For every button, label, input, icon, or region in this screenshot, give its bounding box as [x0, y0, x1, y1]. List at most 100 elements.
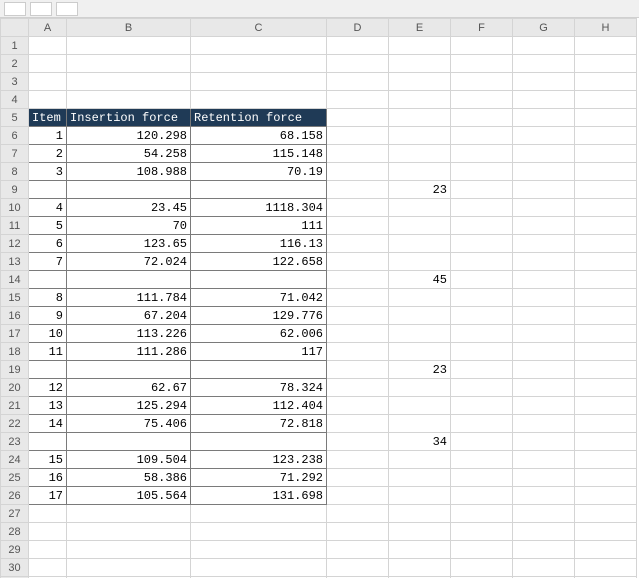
cell-B19[interactable] [67, 361, 191, 379]
cell-C16[interactable]: 129.776 [191, 307, 327, 325]
cell-E28[interactable] [389, 523, 451, 541]
cell-B4[interactable] [67, 91, 191, 109]
cell-C14[interactable] [191, 271, 327, 289]
row-header-6[interactable]: 6 [1, 127, 29, 145]
cell-D11[interactable] [327, 217, 389, 235]
col-header-B[interactable]: B [67, 19, 191, 37]
cell-G19[interactable] [513, 361, 575, 379]
cell-H5[interactable] [575, 109, 637, 127]
cell-C24[interactable]: 123.238 [191, 451, 327, 469]
cell-B1[interactable] [67, 37, 191, 55]
cell-A16[interactable]: 9 [29, 307, 67, 325]
cell-A25[interactable]: 16 [29, 469, 67, 487]
row-header-26[interactable]: 26 [1, 487, 29, 505]
cell-F8[interactable] [451, 163, 513, 181]
cell-G27[interactable] [513, 505, 575, 523]
cell-H12[interactable] [575, 235, 637, 253]
cell-H28[interactable] [575, 523, 637, 541]
cell-B15[interactable]: 111.784 [67, 289, 191, 307]
toolbar-button-2[interactable] [30, 2, 52, 16]
cell-F30[interactable] [451, 559, 513, 577]
cell-E24[interactable] [389, 451, 451, 469]
cell-C3[interactable] [191, 73, 327, 91]
cell-G9[interactable] [513, 181, 575, 199]
cell-G26[interactable] [513, 487, 575, 505]
cell-C13[interactable]: 122.658 [191, 253, 327, 271]
cell-D18[interactable] [327, 343, 389, 361]
cell-B26[interactable]: 105.564 [67, 487, 191, 505]
cell-B25[interactable]: 58.386 [67, 469, 191, 487]
cell-D9[interactable] [327, 181, 389, 199]
cell-G8[interactable] [513, 163, 575, 181]
row-header-8[interactable]: 8 [1, 163, 29, 181]
cell-A15[interactable]: 8 [29, 289, 67, 307]
cell-F9[interactable] [451, 181, 513, 199]
cell-B28[interactable] [67, 523, 191, 541]
cell-F29[interactable] [451, 541, 513, 559]
row-header-11[interactable]: 11 [1, 217, 29, 235]
cell-D1[interactable] [327, 37, 389, 55]
cell-E27[interactable] [389, 505, 451, 523]
col-header-F[interactable]: F [451, 19, 513, 37]
cell-G22[interactable] [513, 415, 575, 433]
cell-E13[interactable] [389, 253, 451, 271]
cell-H16[interactable] [575, 307, 637, 325]
cell-H22[interactable] [575, 415, 637, 433]
cell-F22[interactable] [451, 415, 513, 433]
cell-H3[interactable] [575, 73, 637, 91]
cell-E25[interactable] [389, 469, 451, 487]
cell-F19[interactable] [451, 361, 513, 379]
cell-D27[interactable] [327, 505, 389, 523]
cell-A22[interactable]: 14 [29, 415, 67, 433]
cell-B30[interactable] [67, 559, 191, 577]
cell-F23[interactable] [451, 433, 513, 451]
row-header-25[interactable]: 25 [1, 469, 29, 487]
cell-F18[interactable] [451, 343, 513, 361]
cell-E2[interactable] [389, 55, 451, 73]
cell-A14[interactable] [29, 271, 67, 289]
cell-A17[interactable]: 10 [29, 325, 67, 343]
cell-C22[interactable]: 72.818 [191, 415, 327, 433]
row-header-17[interactable]: 17 [1, 325, 29, 343]
cell-E11[interactable] [389, 217, 451, 235]
cell-F4[interactable] [451, 91, 513, 109]
cell-F25[interactable] [451, 469, 513, 487]
cell-E7[interactable] [389, 145, 451, 163]
cell-E15[interactable] [389, 289, 451, 307]
cell-C2[interactable] [191, 55, 327, 73]
cell-A19[interactable] [29, 361, 67, 379]
cell-C23[interactable] [191, 433, 327, 451]
cell-C11[interactable]: 111 [191, 217, 327, 235]
cell-C29[interactable] [191, 541, 327, 559]
cell-F6[interactable] [451, 127, 513, 145]
cell-F28[interactable] [451, 523, 513, 541]
row-header-18[interactable]: 18 [1, 343, 29, 361]
cell-F3[interactable] [451, 73, 513, 91]
cell-C4[interactable] [191, 91, 327, 109]
cell-H2[interactable] [575, 55, 637, 73]
cell-H30[interactable] [575, 559, 637, 577]
cell-H25[interactable] [575, 469, 637, 487]
row-header-27[interactable]: 27 [1, 505, 29, 523]
cell-F21[interactable] [451, 397, 513, 415]
cell-G14[interactable] [513, 271, 575, 289]
cell-A8[interactable]: 3 [29, 163, 67, 181]
cell-C17[interactable]: 62.006 [191, 325, 327, 343]
row-header-23[interactable]: 23 [1, 433, 29, 451]
cell-A28[interactable] [29, 523, 67, 541]
cell-A10[interactable]: 4 [29, 199, 67, 217]
cell-E1[interactable] [389, 37, 451, 55]
col-header-D[interactable]: D [327, 19, 389, 37]
cell-H26[interactable] [575, 487, 637, 505]
cell-G13[interactable] [513, 253, 575, 271]
cell-B17[interactable]: 113.226 [67, 325, 191, 343]
cell-E17[interactable] [389, 325, 451, 343]
cell-E9[interactable]: 23 [389, 181, 451, 199]
cell-C1[interactable] [191, 37, 327, 55]
row-header-20[interactable]: 20 [1, 379, 29, 397]
row-header-1[interactable]: 1 [1, 37, 29, 55]
cell-E20[interactable] [389, 379, 451, 397]
cell-B20[interactable]: 62.67 [67, 379, 191, 397]
cell-D25[interactable] [327, 469, 389, 487]
cell-A6[interactable]: 1 [29, 127, 67, 145]
